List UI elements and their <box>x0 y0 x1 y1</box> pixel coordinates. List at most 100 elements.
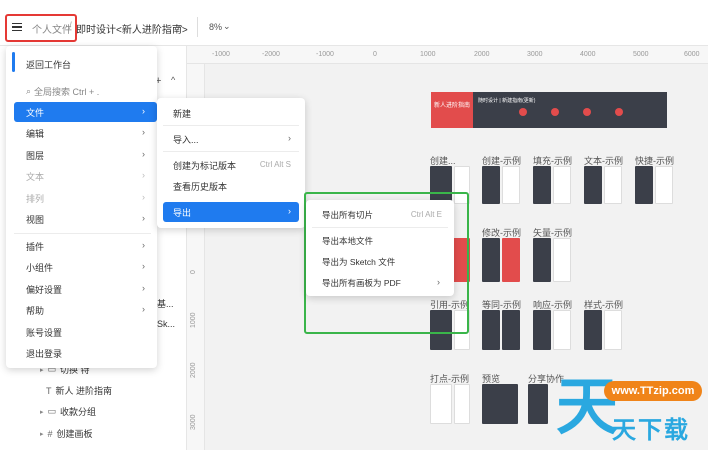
artboard[interactable] <box>635 166 653 204</box>
menu-item-label: 排列 <box>26 193 45 204</box>
menu-item-arrange[interactable]: 排列 › <box>14 188 157 208</box>
menu-item-file[interactable]: 文件 › <box>14 102 157 122</box>
artboard[interactable] <box>482 310 500 350</box>
menu-item-account-settings[interactable]: 账号设置 <box>14 322 157 342</box>
export-submenu: 导出所有切片 Ctrl Alt E 导出本地文件 导出为 Sketch 文件 导… <box>306 200 454 296</box>
zoom-level[interactable]: 8% <box>209 22 222 32</box>
menu-item-new[interactable]: 新建 <box>163 103 299 123</box>
expand-arrow-icon[interactable]: ▸ <box>40 408 44 416</box>
chevron-down-icon[interactable]: ⌄ <box>223 21 231 32</box>
ruler-tick: 6000 <box>684 51 700 58</box>
menu-item-help[interactable]: 帮助 › <box>14 300 157 320</box>
artboard[interactable] <box>482 384 518 424</box>
menu-item-plugins[interactable]: 插件 › <box>14 236 157 256</box>
chevron-right-icon: › <box>288 206 291 216</box>
layer-item[interactable]: ▸ ▭ 收款分组 <box>40 405 96 418</box>
menu-item-export-slices[interactable]: 导出所有切片 Ctrl Alt E <box>312 205 448 225</box>
artboard-banner-red[interactable] <box>431 92 473 128</box>
menu-item-export-pdf[interactable]: 导出所有画板为 PDF › <box>312 273 448 293</box>
chevron-right-icon: › <box>142 170 145 180</box>
menu-item-label: 小组件 <box>26 262 54 273</box>
artboard-text: 随时设计 | 新建指南(更新) <box>478 98 536 104</box>
menu-item-label: 导出为 Sketch 文件 <box>322 257 396 267</box>
ruler-tick: 2000 <box>474 51 490 58</box>
menu-item-label: 导出所有切片 <box>322 210 374 220</box>
artboard[interactable] <box>533 238 551 282</box>
menu-item-label: 导出 <box>173 207 192 218</box>
global-search[interactable]: ⌕ 全局搜索 Ctrl + . <box>14 80 151 102</box>
breadcrumb-project[interactable]: 即时设计<新人进阶指南> <box>76 21 188 36</box>
menu-item-view-history[interactable]: 查看历史版本 <box>163 176 299 196</box>
menu-item-export[interactable]: 导出 › <box>163 202 299 222</box>
menu-item-view[interactable]: 视图 › <box>14 209 157 229</box>
menu-item-logout[interactable]: 退出登录 <box>14 343 157 363</box>
artboard[interactable] <box>454 384 470 424</box>
menu-item-label: 退出登录 <box>26 348 63 359</box>
artboard[interactable] <box>584 310 602 350</box>
menu-divider <box>163 151 299 152</box>
menu-item-create-version[interactable]: 创建为标记版本 Ctrl Alt S <box>163 155 299 175</box>
artboard[interactable] <box>584 166 602 204</box>
artboard[interactable] <box>533 166 551 204</box>
artboard[interactable] <box>502 238 520 282</box>
artboard[interactable] <box>528 384 548 424</box>
toolbar-divider <box>197 17 198 37</box>
artboard[interactable] <box>533 310 551 350</box>
menu-item-preferences[interactable]: 偏好设置 › <box>14 279 157 299</box>
menu-item-label: 插件 <box>26 241 45 252</box>
artboard[interactable] <box>430 384 452 424</box>
ruler-tick: 1000 <box>420 51 436 58</box>
chevron-up-icon[interactable]: ^ <box>171 75 175 85</box>
layer-item[interactable]: T 新人 进阶指南 <box>46 384 112 397</box>
artboard[interactable] <box>502 166 520 204</box>
chevron-right-icon: › <box>142 283 145 293</box>
frame-icon: # <box>47 428 53 439</box>
artboard[interactable] <box>655 166 673 204</box>
search-placeholder: 全局搜索 Ctrl + . <box>34 86 100 97</box>
menu-item-label: 账号设置 <box>26 327 63 338</box>
highlight-box-red <box>5 14 77 42</box>
artboard[interactable] <box>553 166 571 204</box>
text-layer-icon: T <box>46 385 52 396</box>
menu-item-label: 导出所有画板为 PDF <box>322 278 401 288</box>
artboard[interactable] <box>502 310 520 350</box>
artboard-text: 新人进阶指南 <box>434 103 471 109</box>
menu-divider <box>14 233 151 234</box>
menu-item-export-sketch[interactable]: 导出为 Sketch 文件 <box>312 252 448 272</box>
layer-item-label: Sk... <box>157 319 176 329</box>
step-dot <box>615 108 623 116</box>
artboard[interactable] <box>604 166 622 204</box>
top-toolbar: 个人文件 / 即时设计<新人进阶指南> ⌄ 8% ⌄ <box>0 0 708 46</box>
artboard[interactable] <box>482 238 500 282</box>
chevron-right-icon: › <box>437 277 440 287</box>
menu-item-label: 帮助 <box>26 305 45 316</box>
artboard[interactable] <box>604 310 622 350</box>
chevron-right-icon: › <box>288 133 291 143</box>
chevron-down-icon[interactable]: ⌄ <box>176 20 184 31</box>
file-submenu: 新建 导入... › 创建为标记版本 Ctrl Alt S 查看历史版本 导出 … <box>157 98 305 228</box>
back-to-workspace[interactable]: 返回工作台 <box>6 52 157 76</box>
menu-item-label: 文本 <box>26 171 45 182</box>
ruler-tick: 5000 <box>633 51 649 58</box>
menu-item-widgets[interactable]: 小组件 › <box>14 257 157 277</box>
layer-item-label: 新人 进阶指南 <box>55 386 113 396</box>
menu-item-layer[interactable]: 图层 › <box>14 145 157 165</box>
menu-item-label: 编辑 <box>26 128 45 139</box>
ruler-tick: 2000 <box>190 362 197 378</box>
menu-item-export-local[interactable]: 导出本地文件 <box>312 231 448 251</box>
ruler-tick: 1000 <box>190 312 197 328</box>
menu-item-edit[interactable]: 编辑 › <box>14 123 157 143</box>
menu-divider <box>163 125 299 126</box>
ruler-tick: -1000 <box>316 51 334 58</box>
menu-item-text[interactable]: 文本 › <box>14 166 157 186</box>
expand-arrow-icon[interactable]: ▸ <box>40 430 44 438</box>
artboard[interactable] <box>482 166 500 204</box>
layer-item[interactable]: ▸ # 创建画板 <box>40 427 93 440</box>
menu-item-label: 创建为标记版本 <box>173 160 237 171</box>
shortcut-hint: Ctrl Alt S <box>259 160 291 169</box>
artboard[interactable] <box>553 238 571 282</box>
chevron-right-icon: › <box>142 304 145 314</box>
artboard[interactable] <box>553 310 571 350</box>
menu-item-import[interactable]: 导入... › <box>163 129 299 149</box>
menu-item-label: 新建 <box>173 108 192 119</box>
